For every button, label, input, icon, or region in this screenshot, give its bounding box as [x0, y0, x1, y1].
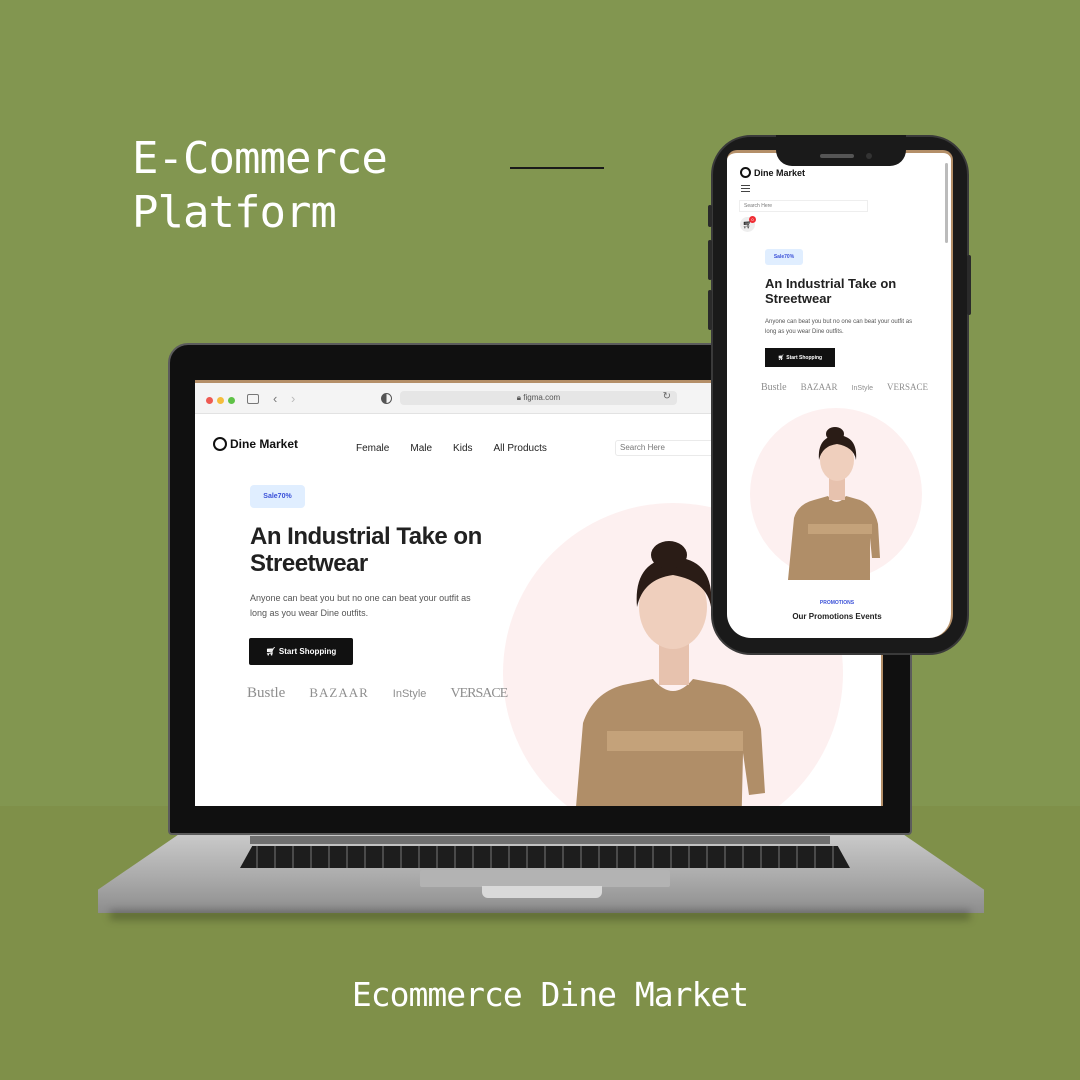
laptop-shadow	[110, 910, 970, 920]
phone-start-shopping-label: Start Shopping	[786, 354, 823, 361]
start-shopping-button[interactable]: 🛒︎ Start Shopping	[249, 638, 353, 665]
menu-icon[interactable]	[741, 185, 750, 192]
nav-item-female[interactable]: Female	[356, 443, 389, 454]
address-bar-url: figma.com	[523, 393, 561, 402]
start-shopping-label: Start Shopping	[278, 647, 337, 656]
main-nav: Female Male Kids All Products	[356, 443, 547, 454]
nav-item-male[interactable]: Male	[410, 443, 432, 454]
headline-line-1: E-Commerce	[132, 133, 388, 184]
brand-logo-instyle: InStyle	[851, 385, 873, 392]
promotions-title: Our Promotions Events	[792, 612, 882, 621]
hero-title: An Industrial Take on Streetwear	[250, 523, 482, 577]
privacy-shield-icon[interactable]	[381, 393, 392, 404]
phone-scrollbar[interactable]	[945, 163, 948, 243]
phone-side-button	[708, 205, 712, 227]
phone-sale-badge: Sale70%	[765, 249, 803, 265]
logo-ring-icon	[740, 167, 751, 178]
sidebar-icon[interactable]	[247, 394, 259, 404]
page-headline: E-Commerce Platform	[132, 132, 388, 240]
phone-camera-icon	[866, 153, 872, 159]
phone-side-button	[708, 240, 712, 280]
phone-brand-logos: Bustle BAZAAR InStyle VERSACE	[761, 382, 928, 393]
laptop-trackpad	[420, 870, 670, 887]
brand-logo-versace: VERSACE	[450, 686, 508, 701]
nav-item-all-products[interactable]: All Products	[494, 443, 547, 454]
phone-screen: Dine Market Search Here 🛒︎ 0 Sale70% An …	[727, 150, 953, 638]
phone-side-button	[708, 290, 712, 330]
promotions-label: PROMOTIONS	[819, 600, 855, 606]
site-logo[interactable]: Dine Market	[213, 437, 298, 451]
brand-logo-bazaar: BAZAAR	[800, 382, 838, 392]
footer-caption: Ecommerce Dine Market	[351, 975, 749, 1014]
decorative-rule	[510, 167, 604, 169]
phone-site-logo[interactable]: Dine Market	[740, 167, 805, 178]
laptop-keyboard	[240, 846, 850, 868]
phone-site-logo-text: Dine Market	[754, 167, 806, 178]
brand-logo-instyle: InStyle	[392, 688, 427, 700]
phone-hero-model-image	[788, 427, 880, 580]
minimize-window-dot[interactable]	[217, 397, 224, 404]
back-icon[interactable]: ‹	[273, 391, 277, 406]
lock-icon: 🔒︎	[516, 393, 522, 402]
laptop-front-notch	[482, 886, 602, 898]
phone-hero-title: An Industrial Take on Streetwear	[765, 276, 897, 306]
phone-search-input[interactable]: Search Here	[739, 200, 868, 212]
cart-count-badge: 0	[749, 216, 756, 223]
close-window-dot[interactable]	[206, 397, 213, 404]
brand-logo-versace: VERSACE	[886, 382, 928, 392]
sale-badge: Sale70%	[250, 485, 305, 508]
shopping-cart-icon: 🛒︎	[265, 647, 276, 656]
brand-logo-bustle: Bustle	[247, 685, 286, 701]
forward-icon[interactable]: ›	[291, 391, 295, 406]
phone-hero-subtitle: Anyone can beat you but no one can beat …	[765, 319, 913, 335]
phone-notch	[776, 135, 906, 166]
shopping-cart-icon: 🛒︎	[777, 354, 785, 361]
phone-power-button	[967, 255, 971, 315]
site-logo-text: Dine Market	[230, 437, 299, 451]
headline-line-2: Platform	[132, 187, 337, 238]
phone-hero-image-backdrop	[750, 408, 922, 580]
phone-speaker	[820, 154, 854, 158]
reload-icon[interactable]: ↻	[663, 391, 671, 402]
brand-logos: Bustle BAZAAR InStyle VERSACE	[247, 685, 508, 702]
brand-logo-bustle: Bustle	[761, 382, 787, 393]
address-bar[interactable]: 🔒︎ figma.com	[400, 391, 677, 405]
phone-start-shopping-button[interactable]: 🛒︎ Start Shopping	[765, 348, 835, 367]
brand-logo-bazaar: BAZAAR	[309, 685, 369, 700]
maximize-window-dot[interactable]	[228, 397, 235, 404]
laptop-hinge	[250, 836, 830, 844]
logo-ring-icon	[213, 437, 227, 451]
hero-subtitle: Anyone can beat you but no one can beat …	[250, 593, 471, 618]
nav-item-kids[interactable]: Kids	[453, 443, 472, 454]
